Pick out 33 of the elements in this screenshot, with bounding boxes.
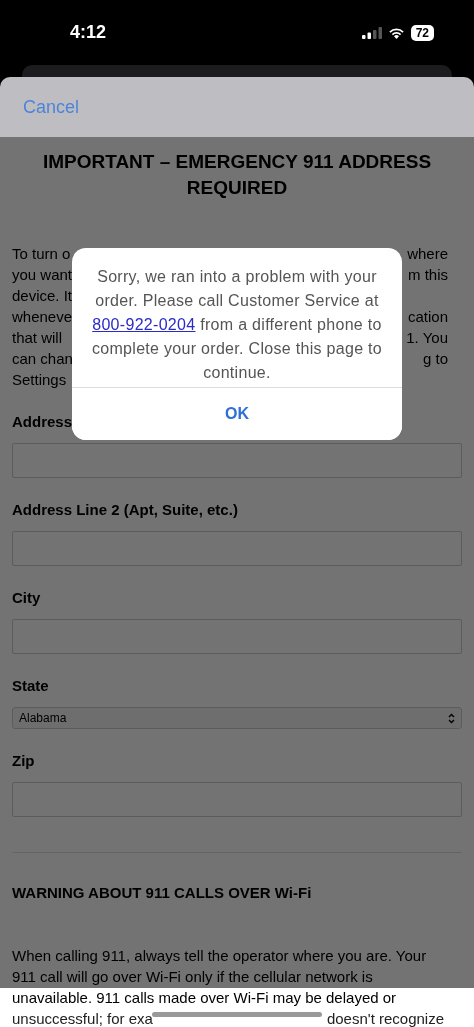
text-fragment: doesn't recognize <box>326 1009 444 1027</box>
wifi-icon <box>387 26 405 39</box>
ok-button[interactable]: OK <box>72 387 402 440</box>
field-label: Zip <box>12 751 35 771</box>
text-fragment: you want <box>12 265 73 285</box>
battery-level: 72 <box>410 24 434 41</box>
text-fragment: m this <box>408 265 448 285</box>
text-fragment: To turn o <box>12 244 71 264</box>
status-time: 4:12 <box>70 22 107 43</box>
page-title: IMPORTANT – EMERGENCY 911 ADDRESS REQUIRED <box>41 150 433 200</box>
text-fragment: g to <box>422 349 448 369</box>
alert-message: Sorry, we ran into a problem with your order. Please call Customer Service at 800-922-0204 from a different phone to complete your order. Close this page to continue. <box>90 267 384 383</box>
warning-heading: WARNING ABOUT 911 CALLS OVER Wi-Fi <box>12 883 312 903</box>
text-fragment: 1. You <box>406 328 448 348</box>
text-fragment: that will <box>12 328 63 348</box>
text-fragment: unsuccessful; for exa <box>12 1009 153 1027</box>
phone-link[interactable]: 800-922-0204 <box>92 316 196 333</box>
state-select[interactable]: Alabama <box>12 707 462 729</box>
text-fragment: cation <box>407 307 448 327</box>
text-fragment: Settings <box>12 370 67 390</box>
text-line: When calling 911, always tell the operator where you are. Your <box>12 946 427 966</box>
text-fragment: where <box>407 244 448 264</box>
chevron-icon <box>448 712 455 724</box>
field-label: City <box>12 588 41 608</box>
text-fragment: wheneve <box>12 307 73 327</box>
text-line: unavailable. 911 calls made over Wi-Fi may be delayed or <box>12 988 397 1008</box>
field-label: Address Line 2 (Apt, Suite, etc.) <box>12 500 238 520</box>
text-line: 911 call will go over Wi-Fi only if the cellular network is <box>12 967 373 987</box>
signal-icon <box>361 26 382 39</box>
text-fragment: can chan <box>12 349 73 369</box>
text-fragment: device. It <box>12 286 73 306</box>
field-label: State <box>12 676 49 696</box>
field-label: Address <box>12 412 73 432</box>
